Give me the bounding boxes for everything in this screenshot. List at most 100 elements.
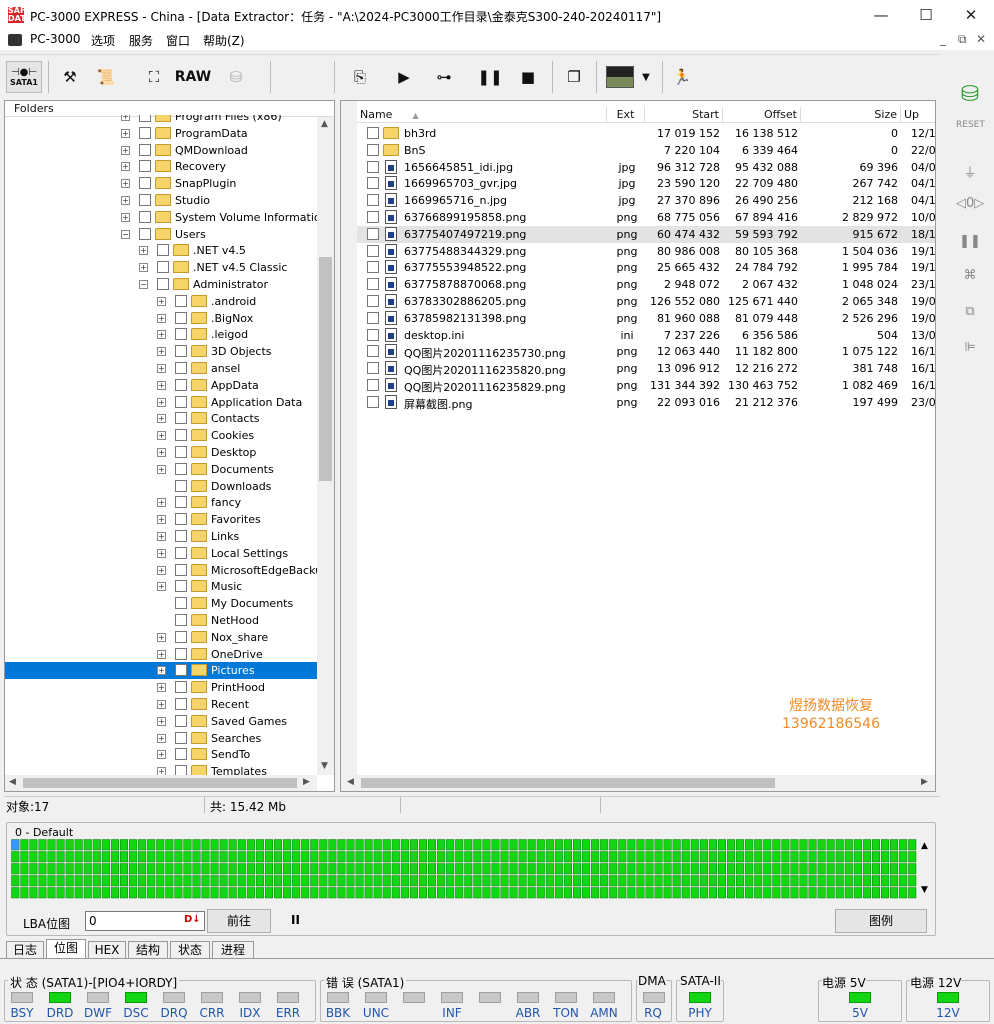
tree-checkbox[interactable] <box>175 530 187 542</box>
sector-cell[interactable] <box>110 839 119 851</box>
sector-cell[interactable] <box>572 863 582 875</box>
sector-cell[interactable] <box>699 863 708 875</box>
sector-cell[interactable] <box>400 875 409 887</box>
files-scroll-left-icon[interactable]: ◀ <box>347 777 354 787</box>
sector-cell[interactable] <box>853 863 862 875</box>
sector-cell[interactable] <box>156 887 165 899</box>
file-checkbox[interactable] <box>367 160 379 173</box>
sector-cell[interactable] <box>183 839 192 851</box>
tree-row[interactable]: + Studio <box>5 192 317 209</box>
sector-cell[interactable] <box>708 839 717 851</box>
sector-cell[interactable] <box>890 863 899 875</box>
sector-cell[interactable] <box>482 851 491 863</box>
sector-cell[interactable] <box>174 875 183 887</box>
expand-toggle-icon[interactable]: + <box>157 700 166 709</box>
sector-cell[interactable] <box>491 863 500 875</box>
tree-row[interactable]: + fancy <box>5 494 317 511</box>
sector-cell[interactable] <box>618 887 627 899</box>
sector-cell[interactable] <box>781 887 790 899</box>
sector-cell[interactable] <box>110 863 119 875</box>
mdi-restore-button[interactable]: ⧉ <box>958 32 967 47</box>
tree-checkbox[interactable] <box>157 261 169 274</box>
tree-row[interactable]: + OneDrive <box>5 646 317 663</box>
file-checkbox[interactable] <box>367 379 379 391</box>
sector-cell[interactable] <box>446 875 455 887</box>
sector-cell[interactable] <box>129 887 138 899</box>
sector-cell[interactable] <box>283 887 292 899</box>
sector-cell[interactable] <box>210 887 219 899</box>
sector-cell[interactable] <box>500 851 509 863</box>
expand-toggle-icon[interactable]: + <box>157 515 166 525</box>
tree-checkbox[interactable] <box>175 328 187 341</box>
sector-cell[interactable] <box>881 863 890 875</box>
file-checkbox[interactable] <box>367 211 379 223</box>
sector-cell[interactable] <box>418 875 428 887</box>
sector-cell[interactable] <box>273 851 283 863</box>
sector-cell[interactable] <box>228 851 237 863</box>
sector-cell[interactable] <box>65 875 74 887</box>
sector-cell[interactable] <box>518 875 527 887</box>
sector-cell[interactable] <box>47 851 56 863</box>
tree-checkbox[interactable] <box>139 143 151 156</box>
sector-cell[interactable] <box>826 839 835 851</box>
menu-window[interactable]: 窗口 <box>166 32 190 49</box>
sector-cell[interactable] <box>201 887 210 899</box>
pause-side-icon[interactable]: ❚❚ <box>956 234 984 258</box>
sector-cell[interactable] <box>301 839 310 851</box>
file-checkbox[interactable] <box>367 194 379 207</box>
expand-toggle-icon[interactable]: + <box>157 548 166 558</box>
sector-cell[interactable] <box>844 875 853 887</box>
tab-structure[interactable]: 结构 <box>128 941 168 959</box>
sector-cell[interactable] <box>65 839 74 851</box>
expand-toggle-icon[interactable]: + <box>157 448 166 457</box>
disk-stack-icon[interactable]: ⛁ <box>956 82 984 107</box>
sector-cell[interactable] <box>355 887 364 899</box>
sector-cell[interactable] <box>781 875 790 887</box>
menu-options[interactable]: 选项 <box>91 32 115 49</box>
sector-cell[interactable] <box>899 863 908 875</box>
sector-cell[interactable] <box>799 851 808 863</box>
tree-row[interactable]: + Music <box>5 578 317 595</box>
sector-cell[interactable] <box>554 887 563 899</box>
sector-cell[interactable] <box>654 887 663 899</box>
sector-cell[interactable] <box>600 887 609 899</box>
sector-cell[interactable] <box>319 851 328 863</box>
sector-cell[interactable] <box>11 887 20 899</box>
sector-cell[interactable] <box>645 863 654 875</box>
tree-row[interactable]: + Nox_share <box>5 629 317 646</box>
sector-cell[interactable] <box>391 851 400 863</box>
maximize-button[interactable]: ☐ <box>903 0 949 30</box>
sector-cell[interactable] <box>156 839 165 851</box>
sector-cell[interactable] <box>129 839 138 851</box>
sector-cell[interactable] <box>382 839 391 851</box>
tree-checkbox[interactable] <box>157 278 169 290</box>
sector-cell[interactable] <box>283 875 292 887</box>
sector-cell[interactable] <box>726 839 736 851</box>
expand-toggle-icon[interactable]: + <box>157 364 166 373</box>
sector-cell[interactable] <box>618 839 627 851</box>
menu-help[interactable]: 帮助(Z) <box>203 32 245 49</box>
sector-cell[interactable] <box>264 875 273 887</box>
minimize-button[interactable]: — <box>858 0 904 30</box>
sector-cell[interactable] <box>437 863 446 875</box>
sector-cell[interactable] <box>183 887 192 899</box>
sector-cell[interactable] <box>373 863 382 875</box>
sector-cell[interactable] <box>745 875 754 887</box>
sector-cell[interactable] <box>201 863 210 875</box>
stop-icon[interactable]: ■ <box>514 61 542 93</box>
sector-cell[interactable] <box>174 887 183 899</box>
sector-cell[interactable] <box>563 851 572 863</box>
sector-cell[interactable] <box>346 863 355 875</box>
sector-cell[interactable] <box>908 851 917 863</box>
tab-log[interactable]: 日志 <box>6 941 44 959</box>
sector-cell[interactable] <box>292 887 301 899</box>
sector-cell[interactable] <box>699 875 708 887</box>
sector-cell[interactable] <box>446 839 455 851</box>
sector-cell[interactable] <box>264 839 273 851</box>
tree-row[interactable]: + QMDownload <box>5 142 317 159</box>
expand-toggle-icon[interactable]: + <box>157 431 166 441</box>
file-checkbox[interactable] <box>367 244 379 257</box>
sector-cell[interactable] <box>201 851 210 863</box>
sector-cell[interactable] <box>545 851 554 863</box>
sector-cell[interactable] <box>418 863 428 875</box>
